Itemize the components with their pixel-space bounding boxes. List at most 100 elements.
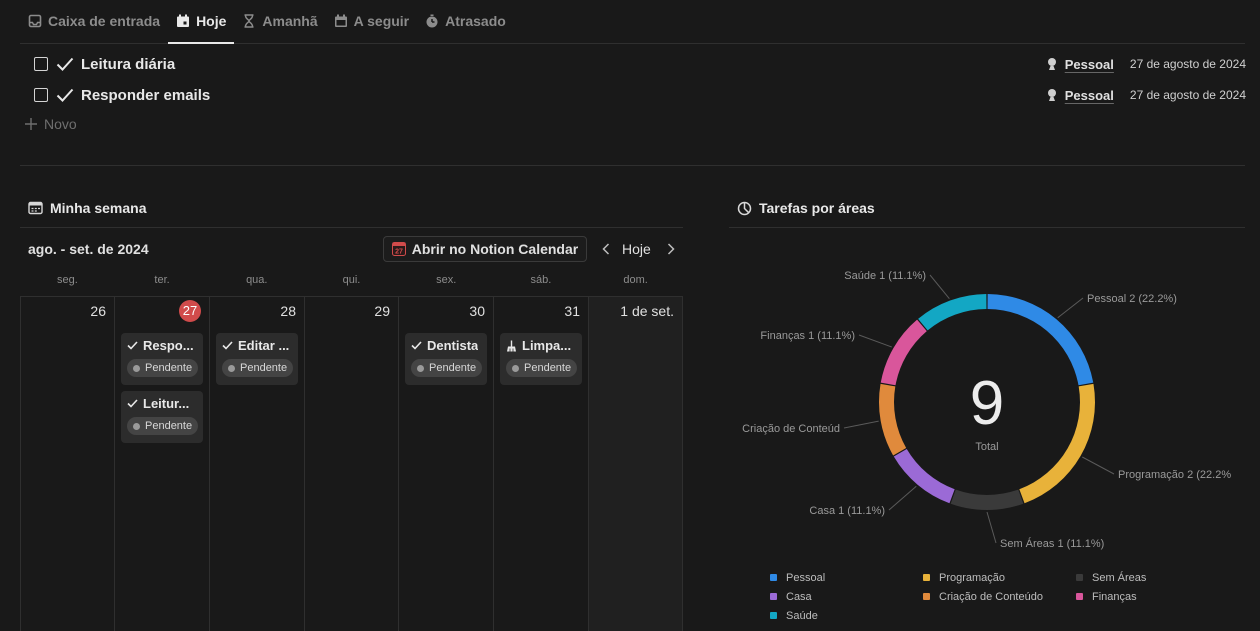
day-number-today: 27 — [121, 300, 203, 325]
donut-total-label: Total — [975, 441, 998, 453]
donut-slice[interactable] — [893, 448, 955, 504]
chart-legend: Pessoal Programação Sem Áreas Casa Criação d… — [770, 571, 1240, 622]
hourglass-icon — [242, 14, 256, 28]
event-card[interactable]: Dentista Pendente — [405, 333, 487, 385]
tab-label: Amanhã — [262, 13, 318, 29]
donut-slice[interactable] — [879, 383, 907, 456]
event-title: Leitur... — [143, 396, 190, 411]
area-link[interactable]: Pessoal — [1065, 57, 1114, 72]
view-tabs: Caixa de entrada Hoje Amanhã A seguir At… — [20, 0, 1245, 44]
slice-leader-line — [986, 511, 997, 544]
status-label: Pendente — [240, 362, 288, 374]
day-number: 29 — [374, 303, 390, 319]
weekday-label: sáb. — [530, 274, 552, 286]
tab-hoje[interactable]: Hoje — [168, 0, 235, 44]
slice-label: Criação de Conteúd — [742, 423, 840, 435]
chart-section-title: Tarefas por áreas — [759, 200, 875, 216]
next-week-button[interactable] — [663, 240, 679, 258]
open-notion-calendar-button[interactable]: 27 Abrir no Notion Calendar — [383, 236, 587, 262]
tab-amanha[interactable]: Amanhã — [234, 0, 325, 43]
legend-item[interactable]: Programação — [923, 571, 1076, 584]
inbox-icon — [28, 14, 42, 28]
event-card[interactable]: Editar ... Pendente — [216, 333, 298, 385]
status-label: Pendente — [145, 362, 193, 374]
event-card[interactable]: Limpa... Pendente — [500, 333, 582, 385]
legend-item[interactable]: Casa — [770, 590, 923, 603]
tab-a-seguir[interactable]: A seguir — [326, 0, 418, 43]
slice-leader-line — [888, 485, 917, 511]
task-checkbox[interactable] — [34, 88, 48, 102]
event-card[interactable]: Leitur... Pendente — [121, 391, 203, 443]
status-label: Pendente — [524, 362, 572, 374]
weekday-label: seg. — [56, 274, 78, 286]
day-cell[interactable]: 30 Dentista Pendente — [399, 297, 494, 631]
check-icon — [127, 341, 138, 350]
legend-label: Criação de Conteúdo — [939, 590, 1043, 603]
task-title[interactable]: Leitura diária — [81, 56, 175, 73]
chevron-right-icon — [667, 243, 675, 255]
donut-slice[interactable] — [1019, 383, 1095, 504]
legend-swatch — [770, 593, 777, 600]
donut-slice[interactable] — [880, 319, 927, 386]
task-row[interactable]: Responder emails Pessoal 27 de agosto de… — [34, 80, 1246, 110]
day-cell[interactable]: 29 — [305, 297, 399, 631]
day-cell[interactable]: 31 Limpa... Pendente — [494, 297, 589, 631]
day-cell[interactable]: 28 Editar ... Pendente — [210, 297, 305, 631]
status-dot-icon — [133, 364, 140, 372]
today-button[interactable]: Hoje — [622, 241, 651, 257]
task-title[interactable]: Responder emails — [81, 87, 210, 104]
day-cell[interactable]: 26 — [21, 297, 115, 631]
donut-slice[interactable] — [950, 489, 1024, 510]
tab-atrasado[interactable]: Atrasado — [417, 0, 514, 43]
notion-calendar-icon: 27 — [391, 242, 406, 256]
donut-slice[interactable] — [918, 294, 987, 331]
legend-item[interactable]: Finanças — [1076, 590, 1229, 603]
legend-item[interactable]: Saúde — [770, 609, 923, 622]
legend-item[interactable]: Criação de Conteúdo — [923, 590, 1076, 603]
slice-label: Finanças 1 (11.1%) — [760, 330, 855, 342]
new-task-button[interactable]: Novo — [24, 116, 77, 132]
weekday-label: sex. — [436, 274, 457, 286]
event-title: Dentista — [427, 338, 479, 353]
status-dot-icon — [417, 364, 424, 372]
event-title-row: Leitur... — [127, 396, 203, 411]
legend-item[interactable]: Pessoal — [770, 571, 923, 584]
week-section-title: Minha semana — [50, 200, 147, 216]
calendar-today-icon — [176, 14, 190, 28]
previous-week-button[interactable] — [598, 240, 614, 258]
weekday-label: qui. — [342, 274, 361, 286]
legend-item[interactable]: Sem Áreas — [1076, 571, 1229, 584]
slice-label: Pessoal 2 (22.2%) — [1087, 293, 1177, 305]
day-cell[interactable]: 1 de set. — [589, 297, 683, 631]
broom-icon — [507, 340, 516, 351]
task-date: 27 de agosto de 2024 — [1129, 57, 1246, 71]
week-grid: 26 27 Respo... Pendente Leitur... Pendente 28 E… — [20, 296, 683, 631]
event-card[interactable]: Respo... Pendente — [121, 333, 203, 385]
tab-caixa-de-entrada[interactable]: Caixa de entrada — [20, 0, 168, 43]
slice-leader-line — [1057, 297, 1084, 319]
calendar-badge-number: 27 — [395, 249, 403, 256]
task-row[interactable]: Leitura diária Pessoal 27 de agosto de 2… — [34, 49, 1246, 79]
week-section-header: Minha semana — [28, 200, 146, 216]
legend-label: Casa — [786, 590, 812, 603]
event-title-row: Respo... — [127, 338, 203, 353]
calendar-icon — [334, 14, 348, 28]
event-title-row: Limpa... — [506, 338, 582, 353]
section-divider — [20, 165, 1245, 166]
day-cell[interactable]: 27 Respo... Pendente Leitur... Pendente — [115, 297, 210, 631]
open-notion-calendar-label: Abrir no Notion Calendar — [411, 241, 579, 257]
status-label: Pendente — [145, 420, 193, 432]
weekday-label: ter. — [154, 274, 170, 286]
chart-section-rule — [729, 227, 1245, 228]
person-icon — [1047, 89, 1056, 101]
day-number: 28 — [280, 303, 296, 319]
check-icon — [411, 341, 422, 350]
week-section-rule — [20, 227, 683, 228]
task-date: 27 de agosto de 2024 — [1129, 88, 1246, 102]
slice-label: Programação 2 (22.2% — [1118, 469, 1231, 481]
day-number: 31 — [564, 303, 580, 319]
event-title-row: Editar ... — [222, 338, 298, 353]
task-checkbox[interactable] — [34, 57, 48, 71]
area-link[interactable]: Pessoal — [1065, 88, 1114, 103]
legend-swatch — [923, 593, 930, 600]
